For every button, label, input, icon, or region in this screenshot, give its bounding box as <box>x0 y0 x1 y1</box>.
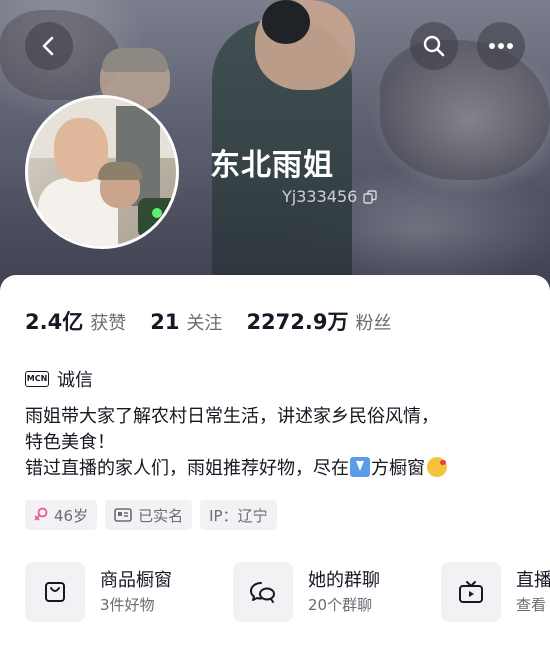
kiss-emoji-icon <box>427 457 447 477</box>
entry-live[interactable]: 直播 查看 <box>441 562 550 622</box>
bio-text: 错过直播的家人们，雨姐推荐好物，尽在 <box>25 458 349 479</box>
entry-title: 商品橱窗 <box>100 570 172 591</box>
search-icon <box>423 35 445 57</box>
entry-title: 她的群聊 <box>308 570 380 591</box>
bio: 雨姐带大家了解农村日常生活，讲述家乡民俗风情， 特色美食！ 错过直播的家人们，雨… <box>25 404 535 482</box>
ip-tag: IP：辽宁 <box>200 500 277 530</box>
stats-row: 2.4亿 获赞 21 关注 2272.9万 粉丝 <box>25 306 415 336</box>
mcn-badge-icon: MCN <box>25 371 49 387</box>
copy-icon[interactable] <box>363 189 377 204</box>
user-id-row[interactable]: Yj333456 <box>282 187 377 206</box>
id-card-icon <box>114 508 132 522</box>
chevron-left-icon <box>42 36 54 56</box>
entry-subtitle: 20个群聊 <box>308 596 373 614</box>
back-button[interactable] <box>25 22 73 70</box>
search-button[interactable] <box>410 22 458 70</box>
bio-line: 雨姐带大家了解农村日常生活，讲述家乡民俗风情， <box>25 406 439 427</box>
down-arrow-emoji-icon <box>350 457 370 477</box>
stat-label: 关注 <box>186 313 223 334</box>
verified-tag: 已实名 <box>105 500 193 530</box>
tag-label: 46岁 <box>54 506 89 525</box>
nickname: 东北雨姐 <box>210 148 334 183</box>
tag-label: IP：辽宁 <box>209 506 268 525</box>
stat-label: 粉丝 <box>355 313 392 334</box>
shopping-bag-icon <box>45 582 65 602</box>
certification-label: 诚信 <box>57 370 93 391</box>
profile-info-card: 2.4亿 获赞 21 关注 2272.9万 粉丝 MCN 诚信 雨姐带大家了解农… <box>0 275 550 646</box>
feature-entries: 商品橱窗 3件好物 她的群聊 20个群聊 直播 查看 <box>25 562 550 622</box>
certification-row[interactable]: MCN 诚信 <box>25 366 93 392</box>
more-icon <box>489 43 513 49</box>
bio-line: 错过直播的家人们，雨姐推荐好物，尽在 方橱窗 <box>25 456 535 482</box>
entry-shop-window[interactable]: 商品橱窗 3件好物 <box>25 562 233 622</box>
stat-likes[interactable]: 2.4亿 获赞 <box>25 306 126 336</box>
stat-value: 2.4亿 <box>25 310 84 334</box>
age-tag: 46岁 <box>25 500 98 530</box>
entry-title: 直播 <box>516 570 550 591</box>
entry-subtitle: 查看 <box>516 596 547 614</box>
group-chat-icon <box>250 582 275 603</box>
bio-text: 方橱窗 <box>371 458 425 479</box>
more-button[interactable] <box>477 22 525 70</box>
entry-subtitle: 3件好物 <box>100 596 155 614</box>
tag-row: 46岁 已实名 IP：辽宁 <box>25 500 277 530</box>
bio-line: 特色美食！ <box>25 432 115 453</box>
stat-value: 2272.9万 <box>246 310 349 334</box>
female-icon <box>34 507 48 521</box>
stat-value: 21 <box>150 310 180 334</box>
user-id: Yj333456 <box>282 187 358 206</box>
entry-group-chat[interactable]: 她的群聊 20个群聊 <box>233 562 441 622</box>
stat-followers[interactable]: 2272.9万 粉丝 <box>246 306 391 336</box>
tag-label: 已实名 <box>138 506 184 525</box>
stat-label: 获赞 <box>90 313 127 334</box>
stat-following[interactable]: 21 关注 <box>150 309 222 335</box>
avatar[interactable] <box>25 95 179 249</box>
tv-icon <box>459 581 483 603</box>
